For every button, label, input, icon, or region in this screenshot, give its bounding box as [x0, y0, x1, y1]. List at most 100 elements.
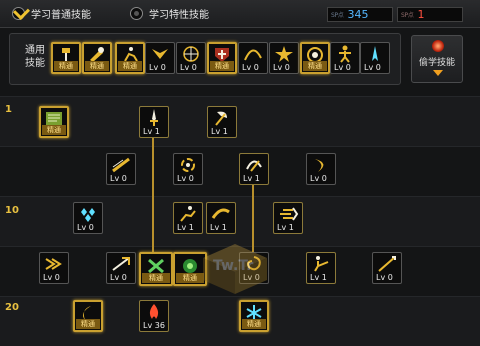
- skill-common-5[interactable]: Lv 0: [176, 42, 206, 74]
- tree-skill-s2[interactable]: Lv 1: [139, 106, 169, 138]
- skill-level-label: Lv 0: [77, 223, 94, 232]
- tree-skill-s13[interactable]: Lv 0: [106, 252, 136, 284]
- skill-common-11[interactable]: Lv 0: [360, 42, 390, 74]
- skill-level-label: Lv 0: [273, 63, 290, 72]
- skill-level-label: Lv 0: [310, 174, 327, 183]
- tree-skill-s3[interactable]: Lv 1: [207, 106, 237, 138]
- arc-icon: [209, 205, 233, 223]
- tab-learn-special-skills[interactable]: 学习特性技能: [130, 6, 209, 21]
- skill-level-label: Lv 1: [210, 223, 227, 232]
- skill-common-1[interactable]: 精通: [51, 42, 81, 74]
- runner-icon: [176, 205, 200, 223]
- skill-common-7[interactable]: Lv 0: [238, 42, 268, 74]
- skill-level-label: Lv 0: [43, 273, 60, 282]
- tree-skill-s4[interactable]: Lv 0: [106, 153, 136, 185]
- mastered-badge: 精通: [210, 61, 234, 71]
- mastered-badge: 精通: [303, 61, 327, 71]
- common-skills-label-line1: 通用: [25, 45, 45, 56]
- tree-skill-s5[interactable]: Lv 0: [173, 153, 203, 185]
- tree-skill-s15[interactable]: 精通: [173, 252, 207, 286]
- tree-skill-s11[interactable]: Lv 1: [273, 202, 303, 234]
- level-label-20: 20: [5, 302, 19, 313]
- skill-level-label: Lv 1: [177, 223, 194, 232]
- common-skills-label: 通用 技能: [22, 44, 48, 70]
- tree-skill-s18[interactable]: Lv 0: [372, 252, 402, 284]
- dash-icon: [276, 205, 300, 223]
- mastered-badge: 精通: [42, 125, 66, 135]
- tab-learn-normal-label: 学习普通技能: [31, 10, 91, 21]
- top-bar: 学习普通技能 学习特性技能 SP点 345 SP点 1: [0, 0, 480, 28]
- spin-icon: [176, 156, 200, 174]
- mastered-badge: 精通: [242, 319, 266, 329]
- tree-skill-s1[interactable]: 精通: [39, 106, 69, 138]
- dropdown-arrow-icon: [433, 70, 443, 76]
- sp-points-counter: SP点 345: [327, 7, 393, 22]
- axe-icon: [210, 109, 234, 127]
- figure-icon: [333, 45, 357, 63]
- level-label-1: 1: [5, 104, 12, 115]
- skill-level-label: Lv 0: [110, 273, 127, 282]
- tree-skill-s10[interactable]: Lv 1: [206, 202, 236, 234]
- lance-icon: [375, 255, 399, 273]
- mastered-badge: 精通: [85, 61, 109, 71]
- skill-level-label: Lv 1: [211, 127, 228, 136]
- tree-skill-s9[interactable]: Lv 1: [173, 202, 203, 234]
- level-label-10: 10: [5, 205, 19, 216]
- steal-skill-label: 偷学技能: [418, 58, 455, 68]
- skill-common-4[interactable]: Lv 0: [145, 42, 175, 74]
- tree-row: [0, 196, 480, 246]
- crescent-icon: [309, 156, 333, 174]
- sp-points-value: 345: [347, 8, 369, 21]
- skill-level-label: Lv 1: [143, 127, 160, 136]
- skill-level-label: Lv 36: [143, 321, 165, 330]
- slash-icon: [109, 156, 133, 174]
- mastered-badge: 精通: [54, 61, 78, 71]
- leap-icon: [241, 45, 265, 63]
- tab-learn-special-label: 学习特性技能: [149, 10, 209, 21]
- spike-icon: [363, 45, 387, 63]
- skill-common-10[interactable]: Lv 0: [330, 42, 360, 74]
- kick-icon: [309, 255, 333, 273]
- skill-level-label: Lv 0: [242, 63, 259, 72]
- mastered-badge: 精通: [176, 273, 204, 283]
- skill-level-label: Lv 0: [110, 174, 127, 183]
- tree-skill-s19[interactable]: 精通: [73, 300, 103, 332]
- skill-common-6[interactable]: 精通: [207, 42, 237, 74]
- burst-icon: [272, 45, 296, 63]
- tree-skill-s20[interactable]: Lv 36: [139, 300, 169, 332]
- tree-skill-s16[interactable]: Lv 0: [239, 252, 269, 284]
- radio-unchecked-icon: [130, 7, 143, 20]
- tree-skill-s14[interactable]: 精通: [139, 252, 173, 286]
- sp-points-tag: SP点: [331, 12, 344, 19]
- mastered-badge: 精通: [142, 273, 170, 283]
- skill-level-label: Lv 0: [149, 63, 166, 72]
- skill-level-label: Lv 0: [177, 174, 194, 183]
- swing-icon: [242, 156, 266, 174]
- tree-skill-s7[interactable]: Lv 0: [306, 153, 336, 185]
- steal-skill-icon: [432, 40, 444, 52]
- tree-skill-s8[interactable]: Lv 0: [73, 202, 103, 234]
- dagger-icon: [142, 109, 166, 127]
- tree-skill-s6[interactable]: Lv 1: [239, 153, 269, 185]
- tree-skill-s17[interactable]: Lv 1: [306, 252, 336, 284]
- skill-level-label: Lv 0: [334, 63, 351, 72]
- compass-icon: [179, 45, 203, 63]
- tree-skill-s21[interactable]: 精通: [239, 300, 269, 332]
- skill-common-9[interactable]: 精通: [300, 42, 330, 74]
- skill-tree: 1 10 20 精通 Lv 1 Lv 1 Lv 0 Lv 0 Lv 1 Lv 0 Lv 0 Lv…: [0, 96, 480, 346]
- skill-common-2[interactable]: 精通: [82, 42, 112, 74]
- sweep-icon: [42, 255, 66, 273]
- wings-icon: [148, 45, 172, 63]
- skill-level-label: Lv 0: [364, 63, 381, 72]
- tree-connector: [152, 134, 154, 254]
- skill-common-3[interactable]: 精通: [115, 42, 145, 74]
- tree-skill-s12[interactable]: Lv 0: [39, 252, 69, 284]
- tree-row: [0, 96, 480, 146]
- steal-skill-button[interactable]: 偷学技能: [411, 35, 463, 83]
- tp-points-counter: SP点 1: [397, 7, 463, 22]
- tab-learn-normal-skills[interactable]: 学习普通技能: [12, 6, 91, 21]
- skill-common-8[interactable]: Lv 0: [269, 42, 299, 74]
- skill-level-label: Lv 0: [180, 63, 197, 72]
- skill-level-label: Lv 0: [243, 273, 260, 282]
- mastered-badge: 精通: [76, 319, 100, 329]
